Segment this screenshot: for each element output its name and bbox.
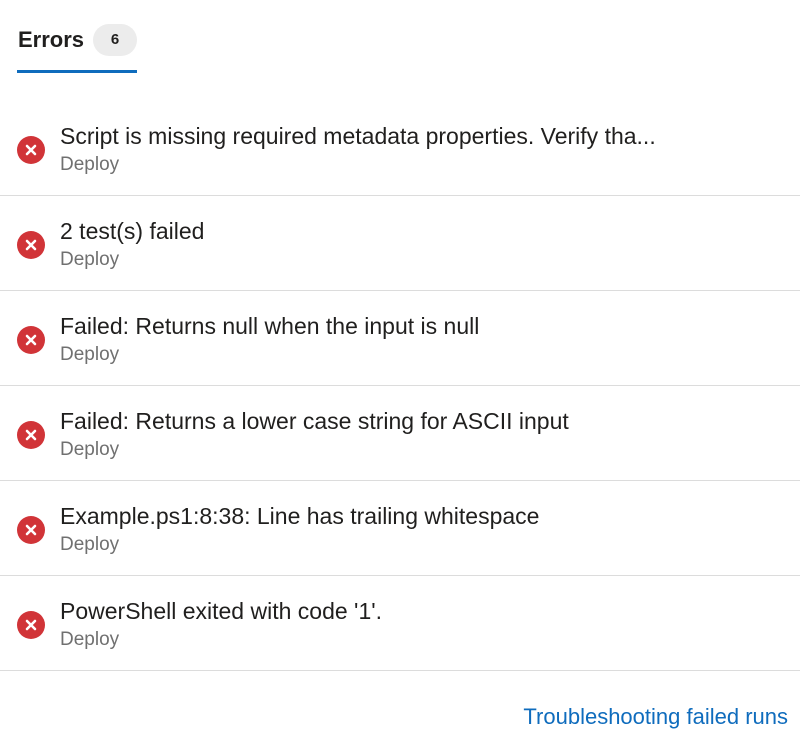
error-row[interactable]: Failed: Returns null when the input is n… [0, 291, 800, 386]
error-message: Example.ps1:8:38: Line has trailing whit… [60, 503, 540, 529]
error-row[interactable]: Failed: Returns a lower case string for … [0, 386, 800, 481]
error-source: Deploy [60, 629, 120, 650]
error-message: Failed: Returns null when the input is n… [60, 313, 480, 339]
error-message: 2 test(s) failed [60, 218, 205, 244]
error-row[interactable]: Example.ps1:8:38: Line has trailing whit… [0, 481, 800, 576]
error-row[interactable]: PowerShell exited with code '1'. Deploy [0, 576, 800, 671]
error-message: Failed: Returns a lower case string for … [60, 408, 569, 434]
error-circle-icon [17, 326, 45, 354]
error-source: Deploy [60, 249, 120, 270]
tab-errors-label: Errors [18, 27, 85, 52]
error-row[interactable]: 2 test(s) failed Deploy [0, 196, 800, 291]
error-message: PowerShell exited with code '1'. [60, 598, 383, 624]
error-circle-icon [17, 611, 45, 639]
error-source: Deploy [60, 154, 120, 175]
error-circle-icon [17, 516, 45, 544]
error-circle-icon [17, 136, 45, 164]
troubleshooting-link[interactable]: Troubleshooting failed runs [523, 703, 788, 731]
error-circle-icon [17, 421, 45, 449]
error-list: Script is missing required metadata prop… [0, 101, 800, 671]
error-source: Deploy [60, 439, 120, 460]
error-count-badge: 6 [93, 24, 137, 56]
error-row[interactable]: Script is missing required metadata prop… [0, 101, 800, 196]
error-circle-icon [17, 231, 45, 259]
error-source: Deploy [60, 534, 120, 555]
error-source: Deploy [60, 344, 120, 365]
error-message: Script is missing required metadata prop… [60, 123, 656, 149]
tab-errors[interactable]: Errors 6 [17, 0, 137, 73]
